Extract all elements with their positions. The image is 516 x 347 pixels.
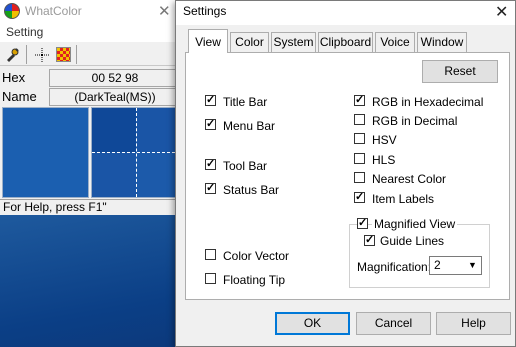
name-label: Name: [2, 89, 37, 104]
menu-setting[interactable]: Setting: [6, 25, 43, 39]
rgb-hex-checkbox[interactable]: ✓: [354, 95, 365, 106]
magnification-value: 2: [434, 258, 441, 272]
magnified-view-checkbox[interactable]: ✓: [357, 218, 368, 229]
hls-label: HLS: [372, 153, 396, 167]
menu-bar-checkbox[interactable]: ✓: [205, 119, 216, 130]
status-bar-checkbox[interactable]: ✓: [205, 183, 216, 194]
nearest-color-checkbox[interactable]: [354, 172, 365, 183]
floating-tip-checkbox[interactable]: [205, 273, 216, 284]
chevron-down-icon[interactable]: ▼: [465, 258, 480, 273]
checker-grid-icon[interactable]: [56, 47, 71, 62]
ok-button[interactable]: OK: [275, 312, 350, 335]
toolbar-separator: [26, 45, 27, 64]
title-bar-checkbox[interactable]: ✓: [205, 95, 216, 106]
floating-tip-label: Floating Tip: [223, 273, 286, 287]
tab-voice[interactable]: Voice: [375, 32, 415, 52]
settings-titlebar[interactable]: [176, 1, 515, 25]
nearest-color-label: Nearest Color: [372, 172, 447, 186]
toolbar-separator: [76, 45, 77, 64]
tab-clipboard[interactable]: Clipboard: [318, 32, 373, 52]
settings-title: Settings: [183, 4, 227, 18]
status-bar-label: Status Bar: [223, 183, 280, 197]
hsv-label: HSV: [372, 133, 397, 147]
menu-bar-label: Menu Bar: [223, 119, 276, 133]
item-labels-label: Item Labels: [372, 192, 435, 206]
status-text: For Help, press F1": [3, 200, 107, 214]
close-icon[interactable]: ✕: [158, 2, 171, 20]
tab-view[interactable]: View: [188, 29, 228, 53]
magnified-view-label: Magnified View: [372, 217, 458, 231]
tab-color[interactable]: Color: [230, 32, 269, 52]
rgb-hex-label: RGB in Hexadecimal: [372, 95, 484, 109]
color-wheel-icon: [4, 3, 20, 19]
color-vector-label: Color Vector: [223, 249, 290, 263]
magnified-view: [91, 107, 181, 198]
hex-value: 00 52 98: [49, 69, 181, 87]
rgb-decimal-checkbox[interactable]: [354, 114, 365, 125]
tab-system[interactable]: System: [271, 32, 316, 52]
guide-lines-checkbox[interactable]: ✓: [364, 235, 375, 246]
title-bar-label: Title Bar: [223, 95, 268, 109]
cancel-button[interactable]: Cancel: [356, 312, 431, 335]
magnification-label: Magnification:: [357, 260, 432, 274]
close-icon[interactable]: ✕: [495, 2, 508, 22]
crosshair-icon[interactable]: [32, 45, 52, 64]
hsv-checkbox[interactable]: [354, 133, 365, 144]
whatcolor-toolbar: [0, 42, 181, 66]
reset-button[interactable]: Reset: [422, 60, 498, 83]
hex-label: Hex: [2, 70, 26, 85]
rgb-decimal-label: RGB in Decimal: [372, 114, 458, 128]
tab-window[interactable]: Window: [417, 32, 467, 52]
tool-bar-checkbox[interactable]: ✓: [205, 159, 216, 170]
hls-checkbox[interactable]: [354, 153, 365, 164]
tool-bar-label: Tool Bar: [223, 159, 268, 173]
help-button[interactable]: Help: [436, 312, 511, 335]
eyedropper-icon[interactable]: [2, 45, 22, 64]
guide-line-vertical: [136, 108, 137, 197]
item-labels-checkbox[interactable]: ✓: [354, 192, 365, 203]
whatcolor-title: WhatColor: [25, 4, 82, 18]
color-swatch: [2, 107, 89, 198]
guide-lines-label: Guide Lines: [380, 234, 445, 248]
name-value: (DarkTeal(MS)): [49, 88, 181, 106]
color-vector-checkbox[interactable]: [205, 249, 216, 260]
